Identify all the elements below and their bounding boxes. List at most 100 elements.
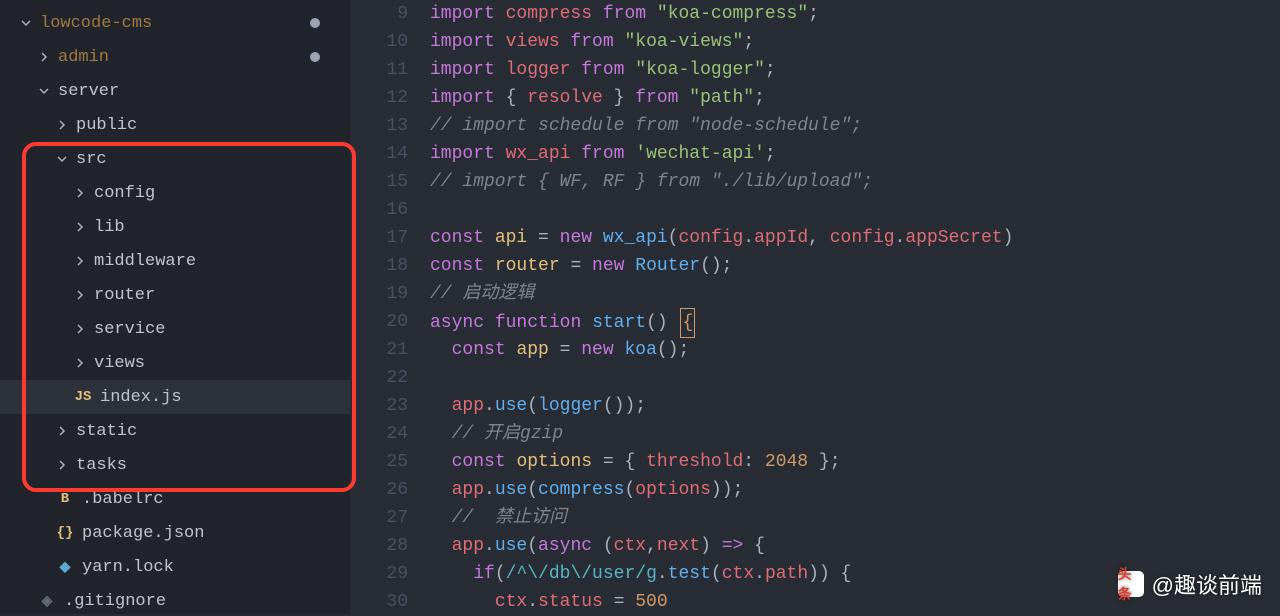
babel-file-icon: B [54,491,76,507]
chevron-right-icon [72,289,88,301]
line-number: 9 [350,0,408,28]
chevron-right-icon [72,323,88,335]
code-line[interactable]: app.use(async (ctx,next) => { [430,532,1280,560]
modified-dot-icon [310,52,320,62]
line-number: 21 [350,336,408,364]
line-number: 19 [350,280,408,308]
line-number: 22 [350,364,408,392]
folder-middleware[interactable]: middleware [0,244,350,278]
tree-item-label: service [94,320,165,339]
tree-item-label: router [94,286,155,305]
chevron-right-icon [72,255,88,267]
tree-item-label: views [94,354,145,373]
tree-item-label: yarn.lock [82,558,174,577]
tree-item-label: index.js [100,388,182,407]
watermark-logo: 头条 [1118,571,1144,597]
code-line[interactable]: const api = new wx_api(config.appId, con… [430,224,1280,252]
file-.babelrc[interactable]: B .babelrc [0,482,350,516]
folder-public[interactable]: public [0,108,350,142]
line-number: 25 [350,448,408,476]
line-number: 27 [350,504,408,532]
tree-item-label: .gitignore [64,592,166,611]
code-line[interactable]: import { resolve } from "path"; [430,84,1280,112]
code-editor[interactable]: 9101112131415161718192021222324252627282… [350,0,1280,614]
chevron-right-icon [54,119,70,131]
folder-tasks[interactable]: tasks [0,448,350,482]
chevron-right-icon [72,221,88,233]
folder-service[interactable]: service [0,312,350,346]
folder-server[interactable]: server [0,74,350,108]
code-line[interactable]: import logger from "koa-logger"; [430,56,1280,84]
line-gutter: 9101112131415161718192021222324252627282… [350,0,430,614]
git-file-icon: ◈ [36,593,58,610]
folder-admin[interactable]: admin [0,40,350,74]
line-number: 17 [350,224,408,252]
code-line[interactable]: async function start() { [430,308,1280,336]
code-line[interactable]: import compress from "koa-compress"; [430,0,1280,28]
line-number: 24 [350,420,408,448]
chevron-right-icon [72,357,88,369]
line-number: 12 [350,84,408,112]
line-number: 16 [350,196,408,224]
code-line[interactable] [430,364,1280,392]
tree-item-label: lowcode-cms [40,14,152,33]
folder-src[interactable]: src [0,142,350,176]
code-line[interactable]: const router = new Router(); [430,252,1280,280]
folder-lib[interactable]: lib [0,210,350,244]
code-line[interactable] [430,196,1280,224]
tree-item-label: tasks [76,456,127,475]
tree-item-label: server [58,82,119,101]
tree-item-label: lib [94,218,125,237]
yarn-file-icon: ◆ [54,559,76,576]
file-yarn.lock[interactable]: ◆ yarn.lock [0,550,350,584]
chevron-right-icon [36,51,52,63]
code-line[interactable]: import views from "koa-views"; [430,28,1280,56]
tree-item-label: public [76,116,137,135]
code-line[interactable]: // 启动逻辑 [430,280,1280,308]
line-number: 14 [350,140,408,168]
line-number: 30 [350,588,408,616]
line-number: 26 [350,476,408,504]
code-line[interactable]: // import { WF, RF } from "./lib/upload"… [430,168,1280,196]
code-line[interactable]: app.use(logger()); [430,392,1280,420]
line-number: 28 [350,532,408,560]
tree-item-label: config [94,184,155,203]
code-line[interactable]: // 禁止访问 [430,504,1280,532]
line-number: 13 [350,112,408,140]
file-package.json[interactable]: {} package.json [0,516,350,550]
code-line[interactable]: // import schedule from "node-schedule"; [430,112,1280,140]
line-number: 15 [350,168,408,196]
chevron-right-icon [54,425,70,437]
code-content[interactable]: import compress from "koa-compress";impo… [430,0,1280,614]
code-line[interactable]: import wx_api from 'wechat-api'; [430,140,1280,168]
chevron-right-icon [54,459,70,471]
tree-item-label: static [76,422,137,441]
code-line[interactable]: // 开启gzip [430,420,1280,448]
tree-item-label: .babelrc [82,490,164,509]
folder-config[interactable]: config [0,176,350,210]
tree-item-label: package.json [82,524,204,543]
folder-lowcode-cms[interactable]: lowcode-cms [0,6,350,40]
folder-static[interactable]: static [0,414,350,448]
line-number: 11 [350,56,408,84]
folder-router[interactable]: router [0,278,350,312]
file-index.js[interactable]: JS index.js [0,380,350,414]
line-number: 23 [350,392,408,420]
line-number: 20 [350,308,408,336]
folder-views[interactable]: views [0,346,350,380]
file-.gitignore[interactable]: ◈ .gitignore [0,584,350,614]
json-file-icon: {} [54,525,76,541]
file-explorer[interactable]: lowcode-cms admin server public src config lib… [0,0,350,614]
chevron-down-icon [36,85,52,97]
js-file-icon: JS [72,389,94,405]
code-line[interactable]: const options = { threshold: 2048 }; [430,448,1280,476]
modified-dot-icon [310,18,320,28]
line-number: 29 [350,560,408,588]
tree-item-label: middleware [94,252,196,271]
watermark-text: @趣谈前端 [1152,568,1262,600]
chevron-down-icon [54,153,70,165]
line-number: 10 [350,28,408,56]
code-line[interactable]: const app = new koa(); [430,336,1280,364]
code-line[interactable]: app.use(compress(options)); [430,476,1280,504]
chevron-down-icon [18,17,34,29]
